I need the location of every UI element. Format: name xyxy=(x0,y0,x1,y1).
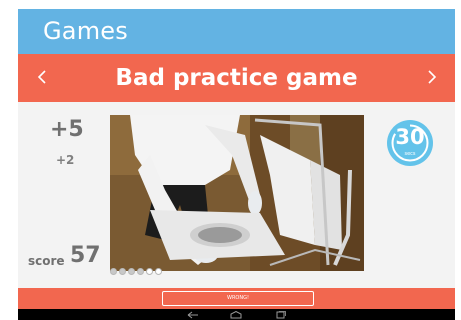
wrong-button[interactable]: WRONG! xyxy=(162,291,314,306)
score-label: score xyxy=(28,254,65,268)
progress-dot xyxy=(155,268,162,275)
progress-dots xyxy=(110,268,162,277)
progress-dot xyxy=(146,268,153,275)
timer-value: 30 xyxy=(395,125,425,149)
home-icon[interactable] xyxy=(229,311,243,319)
progress-dot xyxy=(110,268,117,275)
points-main: +5 xyxy=(50,117,84,142)
progress-dot xyxy=(137,268,144,275)
system-nav-bar xyxy=(18,309,455,320)
progress-dot xyxy=(128,268,135,275)
back-icon[interactable] xyxy=(186,311,200,319)
points-sub: +2 xyxy=(56,153,75,167)
phone-screen: Games Bad practice game +5 +2 score 57 3… xyxy=(18,9,455,320)
chevron-right-icon[interactable] xyxy=(423,65,441,89)
recent-apps-icon[interactable] xyxy=(274,311,288,319)
timer-unit: secs xyxy=(404,151,416,157)
game-title: Bad practice game xyxy=(115,65,358,91)
app-title: Games xyxy=(43,17,128,45)
progress-dot xyxy=(119,268,126,275)
feedback-bar: WRONG! xyxy=(18,288,455,309)
game-photo[interactable] xyxy=(110,115,364,271)
score-value: 57 xyxy=(70,243,101,268)
game-header: Bad practice game xyxy=(18,54,455,102)
app-bar: Games xyxy=(18,9,455,54)
